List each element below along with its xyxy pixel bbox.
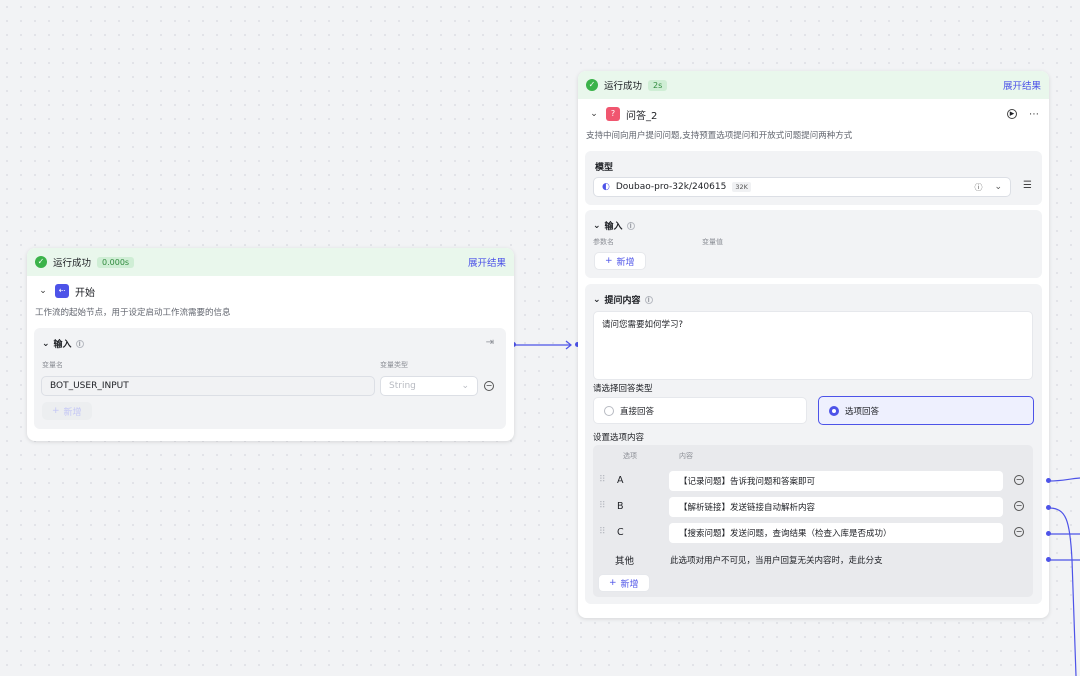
option-c-port[interactable] <box>1046 531 1051 536</box>
import-icon[interactable]: ⇥ <box>486 337 494 348</box>
node-description: 工作流的起始节点，用于设定启动工作流需要的信息 <box>35 308 231 318</box>
add-label: 新增 <box>620 579 639 590</box>
remove-option-icon[interactable]: − <box>1014 501 1024 511</box>
model-badge: 32K <box>732 182 751 192</box>
col-var-value: 变量值 <box>702 238 723 246</box>
duration-badge: 2s <box>648 79 668 91</box>
remove-option-icon[interactable]: − <box>1014 475 1024 485</box>
run-icon[interactable]: ▸ <box>1007 109 1017 119</box>
option-content-input[interactable]: 【搜索问题】发送问题，查询结果（检查入库是否成功） <box>669 523 1003 543</box>
options-table: 选项 内容 ⠿ A 【记录问题】告诉我问题和答案即可 − ⠿ B 【解析链接】发… <box>593 445 1033 597</box>
plus-icon: + <box>605 256 613 266</box>
expand-results-link[interactable]: 展开结果 <box>1003 78 1041 92</box>
add-label: 新增 <box>616 257 635 268</box>
option-other-port[interactable] <box>1046 557 1051 562</box>
var-type-value: String <box>389 381 416 391</box>
section-title: 输入 <box>604 222 623 232</box>
node-description: 支持中间向用户提问问题,支持预置选项提问和开放式问题提问两种方式 <box>586 131 853 141</box>
status-text: 运行成功 <box>604 81 643 92</box>
qa-input-section: ⌄ 输入 i 参数名 变量值 + 新增 <box>585 210 1042 278</box>
doubao-model-icon: ◐ <box>602 182 610 192</box>
option-key: B <box>617 501 624 512</box>
option-key: 其他 <box>615 556 635 567</box>
start-node[interactable]: ✓ 运行成功 0.000s 展开结果 ⌄ ⇠ 开始 工作流的起始节点，用于设定启… <box>27 248 514 441</box>
option-b-port[interactable] <box>1046 505 1051 510</box>
model-section: 模型 ◐ Doubao-pro-32k/240615 32K ⓘ ⌄ ☰ <box>585 151 1042 205</box>
start-input-section: ⌄ 输入 i ⇥ 变量名 变量类型 BOT_USER_INPUT String … <box>34 328 506 429</box>
collapse-chevron-icon[interactable]: ⌄ <box>42 339 50 349</box>
plus-icon: + <box>52 406 60 416</box>
options-label: 设置选项内容 <box>593 433 645 443</box>
add-button-disabled[interactable]: + 新增 <box>42 402 92 420</box>
drag-handle-icon[interactable]: ⠿ <box>599 475 606 485</box>
option-row: ⠿ B 【解析链接】发送链接自动解析内容 − <box>593 496 1033 518</box>
success-check-icon: ✓ <box>35 256 47 268</box>
question-content-textarea[interactable]: 请问您需要如何学习? <box>593 311 1033 380</box>
radio-label: 直接回答 <box>620 406 655 417</box>
node-title: 问答_2 <box>626 110 658 122</box>
remove-option-icon[interactable]: − <box>1014 527 1024 537</box>
section-title: 模型 <box>595 163 614 173</box>
option-a-port[interactable] <box>1046 478 1051 483</box>
section-title: 提问内容 <box>604 296 641 306</box>
add-option-button[interactable]: + 新增 <box>598 574 650 592</box>
chevron-down-icon[interactable]: ⌄ <box>37 286 49 296</box>
info-icon: i <box>644 295 653 304</box>
info-icon: i <box>626 221 635 230</box>
radio-label: 选项回答 <box>845 406 880 417</box>
settings-sliders-icon[interactable]: ☰ <box>1023 180 1032 191</box>
duration-badge: 0.000s <box>97 256 135 268</box>
success-check-icon: ✓ <box>586 79 598 91</box>
drag-handle-icon[interactable]: ⠿ <box>599 527 606 537</box>
more-icon[interactable]: ⋯ <box>1029 109 1039 120</box>
info-icon[interactable]: ⓘ <box>974 182 982 193</box>
qa-node[interactable]: ✓ 运行成功 2s 展开结果 ⌄ ? 问答_2 ▸ ⋯ 支持中间向用户提问问题,… <box>578 71 1049 618</box>
model-name: Doubao-pro-32k/240615 <box>615 182 727 192</box>
radio-checked-icon <box>829 405 839 416</box>
col-var-type: 变量类型 <box>380 361 408 369</box>
col-content: 内容 <box>679 452 693 460</box>
option-row: ⠿ A 【记录问题】告诉我问题和答案即可 − <box>593 470 1033 492</box>
start-status-bar: ✓ 运行成功 0.000s 展开结果 <box>27 248 514 276</box>
col-param-name: 参数名 <box>593 238 614 246</box>
info-icon: i <box>75 339 84 348</box>
option-key: C <box>617 527 624 538</box>
start-node-icon: ⇠ <box>55 284 69 298</box>
status-text: 运行成功 <box>53 258 92 269</box>
radio-unchecked-icon <box>604 405 614 416</box>
chevron-down-icon: ⌄ <box>994 182 1002 192</box>
col-option: 选项 <box>623 452 637 460</box>
expand-results-link[interactable]: 展开结果 <box>468 255 506 269</box>
drag-handle-icon[interactable]: ⠿ <box>599 501 606 511</box>
collapse-chevron-icon[interactable]: ⌄ <box>593 221 601 231</box>
node-title: 开始 <box>75 287 95 299</box>
option-content-input[interactable]: 【记录问题】告诉我问题和答案即可 <box>669 471 1003 491</box>
question-section: ⌄ 提问内容 i 请问您需要如何学习? 请选择回答类型 直接回答 选项回答 设置… <box>585 284 1042 604</box>
qa-status-bar: ✓ 运行成功 2s 展开结果 <box>578 71 1049 99</box>
option-answer-radio[interactable]: 选项回答 <box>818 396 1034 425</box>
plus-icon: + <box>609 578 617 588</box>
model-select[interactable]: ◐ Doubao-pro-32k/240615 32K ⓘ ⌄ <box>593 177 1011 197</box>
chevron-down-icon: ⌄ <box>461 381 469 391</box>
qa-node-icon: ? <box>606 107 620 121</box>
answer-type-label: 请选择回答类型 <box>593 384 653 394</box>
chevron-down-icon[interactable]: ⌄ <box>588 109 600 119</box>
other-option-description: 此选项对用户不可见，当用户回复无关内容时，走此分支 <box>670 556 883 566</box>
option-row-other: 其他 此选项对用户不可见，当用户回复无关内容时，走此分支 <box>593 548 1033 570</box>
collapse-chevron-icon[interactable]: ⌄ <box>593 295 601 305</box>
add-input-button[interactable]: + 新增 <box>594 252 646 270</box>
col-var-name: 变量名 <box>42 361 63 369</box>
option-key: A <box>617 475 624 486</box>
var-name-input[interactable]: BOT_USER_INPUT <box>41 376 375 396</box>
add-label: 新增 <box>63 407 82 418</box>
option-content-input[interactable]: 【解析链接】发送链接自动解析内容 <box>669 497 1003 517</box>
remove-icon[interactable]: − <box>484 381 494 391</box>
section-title: 输入 <box>53 340 72 350</box>
var-type-select[interactable]: String ⌄ <box>380 376 478 396</box>
direct-answer-radio[interactable]: 直接回答 <box>593 397 807 424</box>
option-row: ⠿ C 【搜索问题】发送问题，查询结果（检查入库是否成功） − <box>593 522 1033 544</box>
